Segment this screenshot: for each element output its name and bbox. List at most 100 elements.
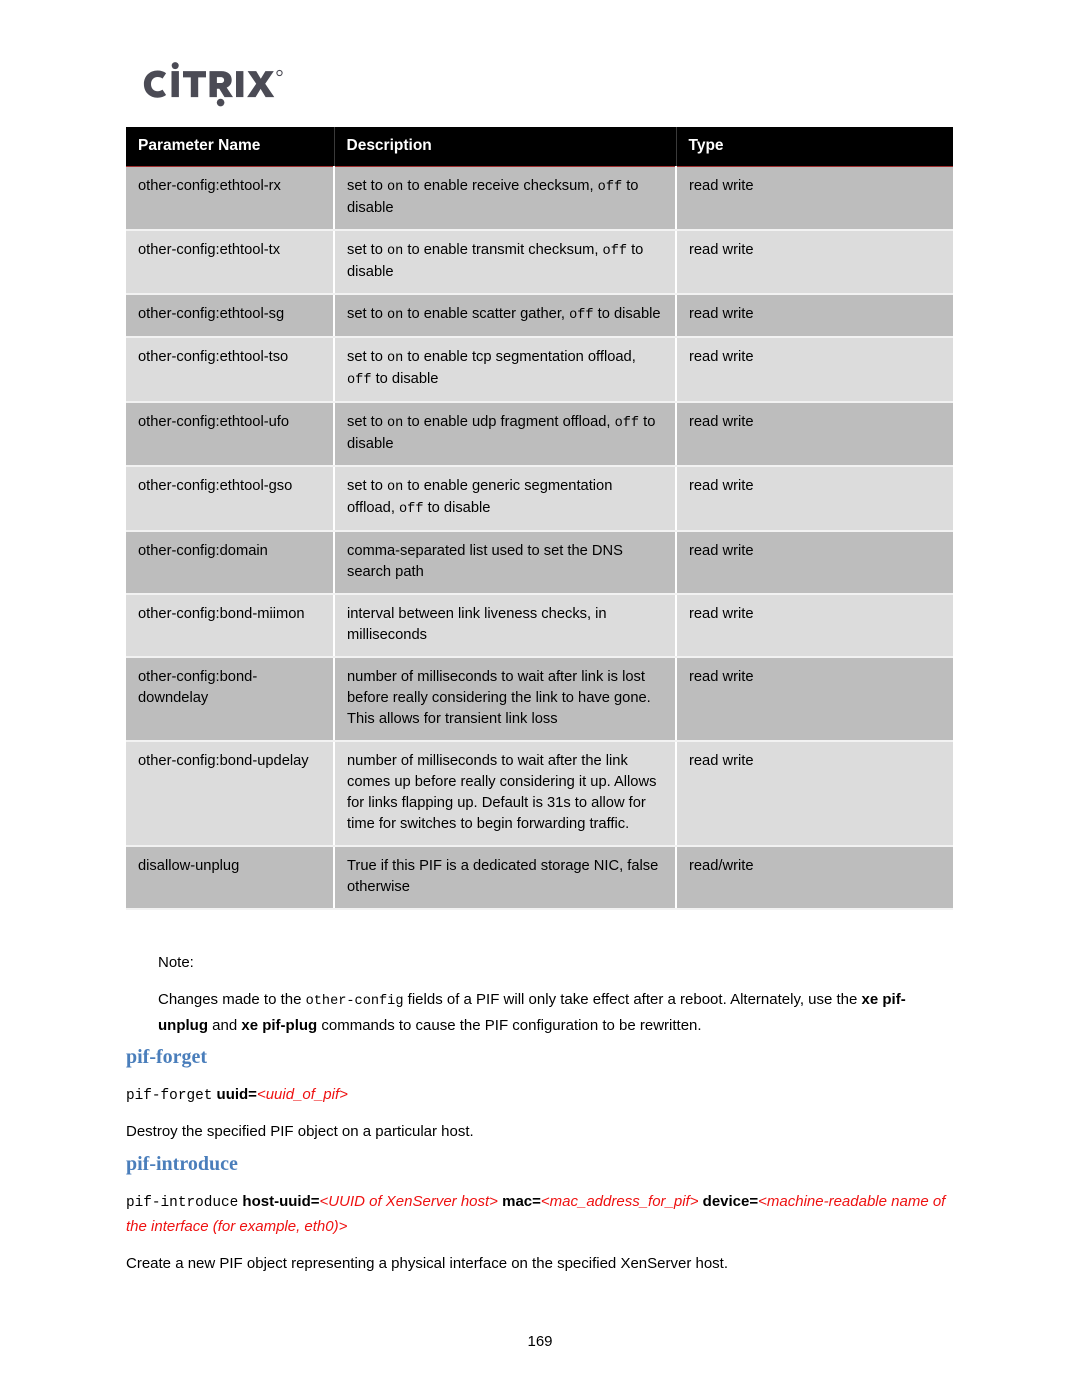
command-name: pif-forget [126, 1088, 213, 1104]
inline-code: on [387, 351, 404, 366]
inline-code: off [569, 308, 594, 323]
cell-description: set to on to enable generic segmentation… [334, 466, 677, 532]
cell-type: read write [676, 466, 953, 532]
cell-parameter-name: other-config:bond-downdelay [126, 657, 335, 742]
cell-parameter-name: disallow-unplug [126, 846, 335, 910]
inline-text: to disable [371, 371, 439, 387]
inline-text: to enable scatter gather, [403, 306, 570, 322]
inline-text: set to [347, 178, 388, 194]
cell-type: read write [676, 531, 953, 595]
table-header-row: Parameter Name Description Type [126, 127, 953, 167]
cell-description: number of milliseconds to wait after the… [334, 741, 677, 847]
note-text: Changes made to the [158, 991, 306, 1008]
cell-parameter-name: other-config:bond-updelay [126, 741, 335, 847]
inline-text: to enable tcp segmentation offload, [403, 349, 636, 365]
section-heading-pif-forget: pif-forget [126, 1046, 208, 1068]
note-label: Note: [158, 954, 194, 971]
cell-type: read write [676, 337, 953, 403]
table-row: disallow-unplug True if this PIF is a ded… [126, 846, 953, 910]
cell-type: read/write [676, 846, 953, 910]
note-inline-code: other-config [305, 994, 404, 1009]
inline-text: set to [347, 414, 388, 430]
command-syntax-pif-forget: pif-forget uuid=<uuid_of_pif> [126, 1083, 956, 1108]
table-row: other-config:bond-miimon interval between… [126, 594, 953, 658]
inline-text: set to [347, 478, 388, 494]
command-name: pif-introduce [126, 1195, 239, 1211]
table-row: other-config:ethtool-tx set to on to enab… [126, 230, 953, 295]
command-syntax-pif-introduce: pif-introduce host-uuid=<UUID of XenServ… [126, 1190, 956, 1239]
cell-description: set to on to enable receive checksum, of… [334, 166, 677, 231]
cell-parameter-name: other-config:bond-miimon [126, 594, 335, 658]
cell-parameter-name: other-config:ethtool-sg [126, 294, 335, 338]
cell-description: set to on to enable udp fragment offload… [334, 402, 677, 467]
inline-text: True if this PIF is a dedicated storage … [347, 858, 659, 895]
note-text: fields of a PIF will only take effect af… [403, 991, 862, 1008]
column-header-type: Type [676, 127, 953, 167]
command-argument: host-uuid= [238, 1193, 320, 1210]
inline-code: on [387, 416, 404, 431]
cell-parameter-name: other-config:ethtool-ufo [126, 402, 335, 467]
table-body: other-config:ethtool-rx set to on to enab… [126, 166, 953, 910]
command-placeholder: <mac_address_for_pif> [540, 1193, 699, 1210]
inline-code: off [347, 373, 372, 388]
cell-type: read write [676, 166, 953, 231]
inline-code: off [614, 416, 640, 431]
page-number: 169 [527, 1333, 553, 1350]
inline-code: off [602, 244, 628, 259]
command-argument: mac= [497, 1193, 541, 1210]
table-row: other-config:domain comma-separated list … [126, 531, 953, 595]
table-row: other-config:ethtool-ufo set to on to ena… [126, 402, 953, 467]
cell-type: read write [676, 741, 953, 847]
section-heading-pif-introduce: pif-introduce [126, 1153, 238, 1175]
table-row: other-config:ethtool-sg set to on to enab… [126, 294, 953, 338]
inline-text: to disable [423, 500, 491, 516]
cell-type: read write [676, 294, 953, 338]
cell-parameter-name: other-config:domain [126, 531, 335, 595]
cell-description: True if this PIF is a dedicated storage … [334, 846, 677, 910]
paragraph-pif-introduce: Create a new PIF object representing a p… [126, 1255, 728, 1272]
cell-description: set to on to enable scatter gather, off … [334, 294, 677, 338]
inline-text: set to [347, 306, 388, 322]
note-body: Changes made to the other-config fields … [158, 988, 948, 1038]
inline-text: comma-separated list used to set the DNS… [347, 543, 623, 580]
cell-description: comma-separated list used to set the DNS… [334, 531, 677, 595]
inline-code: off [597, 180, 623, 195]
table-row: other-config:bond-updelay number of milli… [126, 741, 953, 847]
inline-text: to enable receive checksum, [403, 178, 598, 194]
cell-description: interval between link liveness checks, i… [334, 594, 677, 658]
inline-code: on [387, 244, 404, 259]
cell-parameter-name: other-config:ethtool-gso [126, 466, 335, 532]
column-header-description: Description [334, 127, 677, 167]
table-row: other-config:bond-downdelay number of mil… [126, 657, 953, 742]
cell-type: read write [676, 657, 953, 742]
paragraph-pif-forget: Destroy the specified PIF object on a pa… [126, 1123, 474, 1140]
note-text: commands to cause the PIF configuration … [317, 1017, 702, 1034]
document-page: Parameter Name Description Type other-co… [0, 0, 1080, 1397]
cell-type: read write [676, 230, 953, 295]
inline-text: set to [347, 349, 388, 365]
cell-description: set to on to enable transmit checksum, o… [334, 230, 677, 295]
parameters-table: Parameter Name Description Type other-co… [126, 127, 953, 910]
inline-text: number of milliseconds to wait after the… [347, 753, 657, 832]
cell-parameter-name: other-config:ethtool-tso [126, 337, 335, 403]
cell-parameter-name: other-config:ethtool-tx [126, 230, 335, 295]
citrix-logo [135, 62, 335, 108]
cell-parameter-name: other-config:ethtool-rx [126, 166, 335, 231]
cell-description: number of milliseconds to wait after lin… [334, 657, 677, 742]
command-argument: device= [698, 1193, 759, 1210]
inline-text: to enable udp fragment offload, [403, 414, 615, 430]
table-row: other-config:ethtool-gso set to on to ena… [126, 466, 953, 532]
cell-type: read write [676, 594, 953, 658]
note-text: and [207, 1017, 242, 1034]
inline-code: on [387, 480, 404, 495]
cell-description: set to on to enable tcp segmentation off… [334, 337, 677, 403]
inline-code: on [387, 180, 404, 195]
inline-text: number of milliseconds to wait after lin… [347, 669, 651, 727]
command-argument: uuid= [212, 1086, 257, 1103]
table-header: Parameter Name Description Type [126, 127, 953, 167]
inline-text: set to [347, 242, 388, 258]
cell-type: read write [676, 402, 953, 467]
note-bold-term: xe pif-plug [241, 1017, 318, 1034]
column-header-parameter-name: Parameter Name [126, 127, 335, 167]
inline-code: on [387, 308, 404, 323]
